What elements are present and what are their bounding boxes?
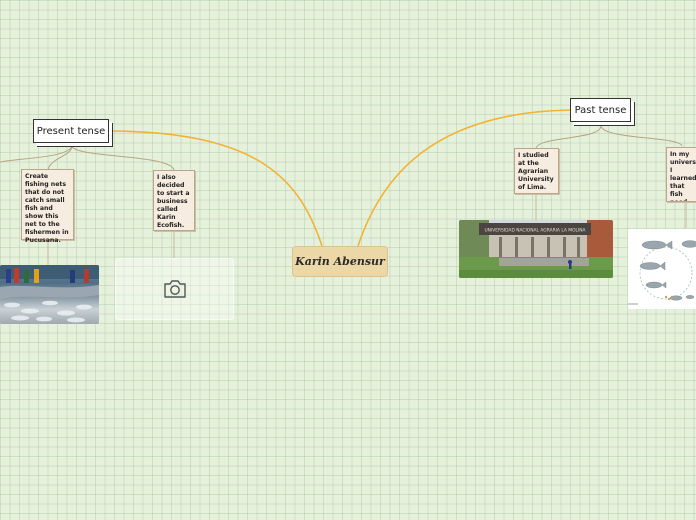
central-topic-label: Karin Abensur (295, 255, 385, 268)
note-ecofish[interactable]: I also decided to start a business calle… (153, 170, 195, 231)
university-photo-art: UNIVERSIDAD NACIONAL AGRARIA LA MOLINA (459, 220, 613, 278)
link-past-note-1 (535, 125, 602, 149)
camera-icon (163, 280, 186, 298)
topic-present-tense[interactable]: Present tense (33, 119, 109, 143)
note-fish-growth[interactable]: In my university I learned that fish nee… (666, 147, 696, 202)
university-photo[interactable]: UNIVERSIDAD NACIONAL AGRARIA LA MOLINA (459, 220, 613, 278)
link-past-note-2 (600, 125, 683, 147)
link-central-present (110, 130, 323, 247)
topic-past-tense-label: Past tense (574, 104, 627, 116)
link-present-left (0, 145, 73, 163)
fishermen-photo-art (0, 265, 99, 323)
image-placeholder[interactable] (115, 258, 234, 320)
central-topic[interactable]: Karin Abensur (292, 246, 388, 277)
fish-growth-photo[interactable] (628, 229, 696, 309)
link-present-note-2 (71, 145, 175, 171)
note-fishing-nets[interactable]: Create fishing nets that do not catch sm… (21, 169, 74, 244)
note-university[interactable]: I studied at the Agrarian University of … (514, 148, 559, 194)
fishermen-photo[interactable] (0, 265, 99, 324)
topic-past-tense[interactable]: Past tense (570, 98, 631, 122)
university-sign-text: UNIVERSIDAD NACIONAL AGRARIA LA MOLINA (484, 228, 585, 234)
fish-growth-art (628, 240, 696, 305)
topic-present-tense-label: Present tense (36, 125, 106, 137)
